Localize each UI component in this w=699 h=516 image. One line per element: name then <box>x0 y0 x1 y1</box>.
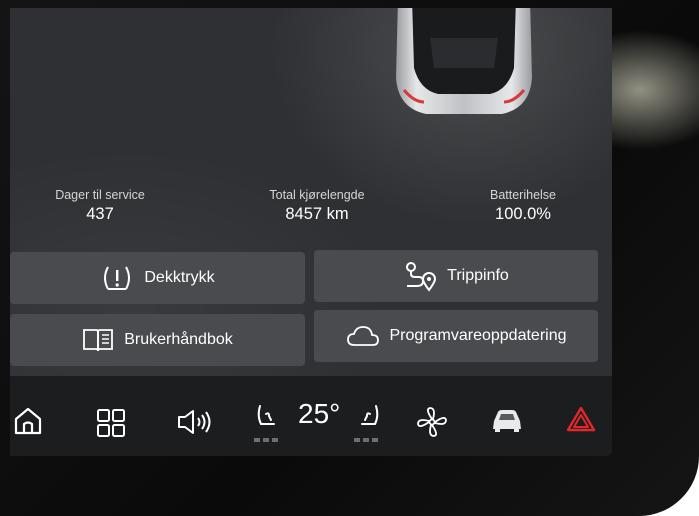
car-icon[interactable] <box>490 406 524 434</box>
trip-info-label: Trippinfo <box>447 267 509 284</box>
odometer-value: 8457 km <box>285 205 349 223</box>
software-update-button[interactable]: Programvareoppdatering <box>314 310 598 362</box>
fan-icon[interactable] <box>416 406 448 438</box>
battery-label: Batterihelse <box>489 188 556 202</box>
tire-pressure-label: Dekktrykk <box>144 269 215 286</box>
apps-grid-icon[interactable] <box>96 408 126 438</box>
seat-heat-right-level <box>354 438 378 442</box>
seat-heat-left-icon[interactable] <box>254 402 280 434</box>
seat-heat-right-icon[interactable] <box>356 402 382 434</box>
battery-stat: Batterihelse 100.0% <box>478 188 568 224</box>
battery-value: 100.0% <box>495 205 551 223</box>
software-update-label: Programvareoppdatering <box>389 327 567 344</box>
service-stat: Dager til service 437 <box>48 188 152 224</box>
tire-pressure-button[interactable]: Dekktrykk <box>10 252 305 304</box>
car-top-view-icon <box>396 8 532 114</box>
route-icon <box>406 262 437 292</box>
manual-button[interactable]: Brukerhåndbok <box>10 314 305 366</box>
odometer-stat: Total kjørelengde 8457 km <box>258 188 376 224</box>
book-icon <box>83 329 114 352</box>
hazard-icon[interactable] <box>566 406 596 432</box>
screen: Dager til service 437 Total kjørelengde … <box>10 8 612 456</box>
odometer-label: Total kjørelengde <box>269 188 365 202</box>
temperature-display[interactable]: 25° <box>298 398 340 430</box>
tire-pressure-warning-icon <box>104 266 131 290</box>
home-icon[interactable] <box>12 406 44 436</box>
trip-info-button[interactable]: Trippinfo <box>314 250 598 302</box>
seat-heat-left-level <box>254 438 278 442</box>
cloud-icon <box>346 326 379 346</box>
volume-icon[interactable] <box>176 408 214 436</box>
bottom-dock: 25° <box>10 376 612 456</box>
manual-label: Brukerhåndbok <box>124 331 233 348</box>
service-value: 437 <box>86 205 114 223</box>
service-label: Dager til service <box>55 188 145 202</box>
